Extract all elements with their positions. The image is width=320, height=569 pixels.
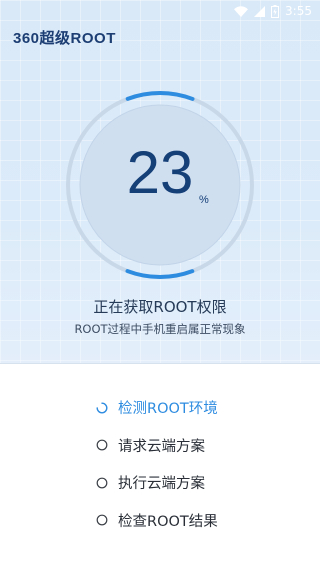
battery-charging-icon xyxy=(271,4,280,18)
root-steps-list: 检测ROOT环境 请求云端方案 执行云端方案 检查ROOT结果 xyxy=(96,389,218,539)
progress-percent-unit: % xyxy=(199,194,209,206)
step-item-execute-cloud: 执行云端方案 xyxy=(96,464,218,502)
status-title: 正在获取ROOT权限 xyxy=(93,298,227,316)
step-item-check-environment: 检测ROOT环境 xyxy=(96,389,218,427)
wifi-icon xyxy=(234,5,249,17)
circle-icon xyxy=(96,439,108,451)
step-item-check-result: 检查ROOT结果 xyxy=(96,502,218,540)
status-subtitle: ROOT过程中手机重启属正常现象 xyxy=(74,322,246,336)
status-time: 3:55 xyxy=(285,4,312,18)
progress-percent: 23 xyxy=(126,139,194,206)
progress-ring: 23 % xyxy=(63,88,257,282)
progress-panel: 3:55 360超级ROOT 23 % 正在获取ROOT权限 ROOT过程中手机… xyxy=(0,0,320,364)
app-title: 360超级ROOT xyxy=(13,30,116,47)
loading-spinner-icon xyxy=(96,402,108,414)
step-item-request-cloud: 请求云端方案 xyxy=(96,427,218,465)
circle-icon xyxy=(96,477,108,489)
step-label: 执行云端方案 xyxy=(118,476,205,493)
circle-icon xyxy=(96,514,108,526)
step-label: 检测ROOT环境 xyxy=(118,401,218,418)
status-bar: 3:55 xyxy=(0,0,320,22)
status-icons: 3:55 xyxy=(234,3,312,19)
step-label: 检查ROOT结果 xyxy=(118,513,218,530)
step-label: 请求云端方案 xyxy=(118,438,205,455)
signal-icon xyxy=(254,5,266,17)
root-progress-screen: 3:55 360超级ROOT 23 % 正在获取ROOT权限 ROOT过程中手机… xyxy=(0,0,320,569)
